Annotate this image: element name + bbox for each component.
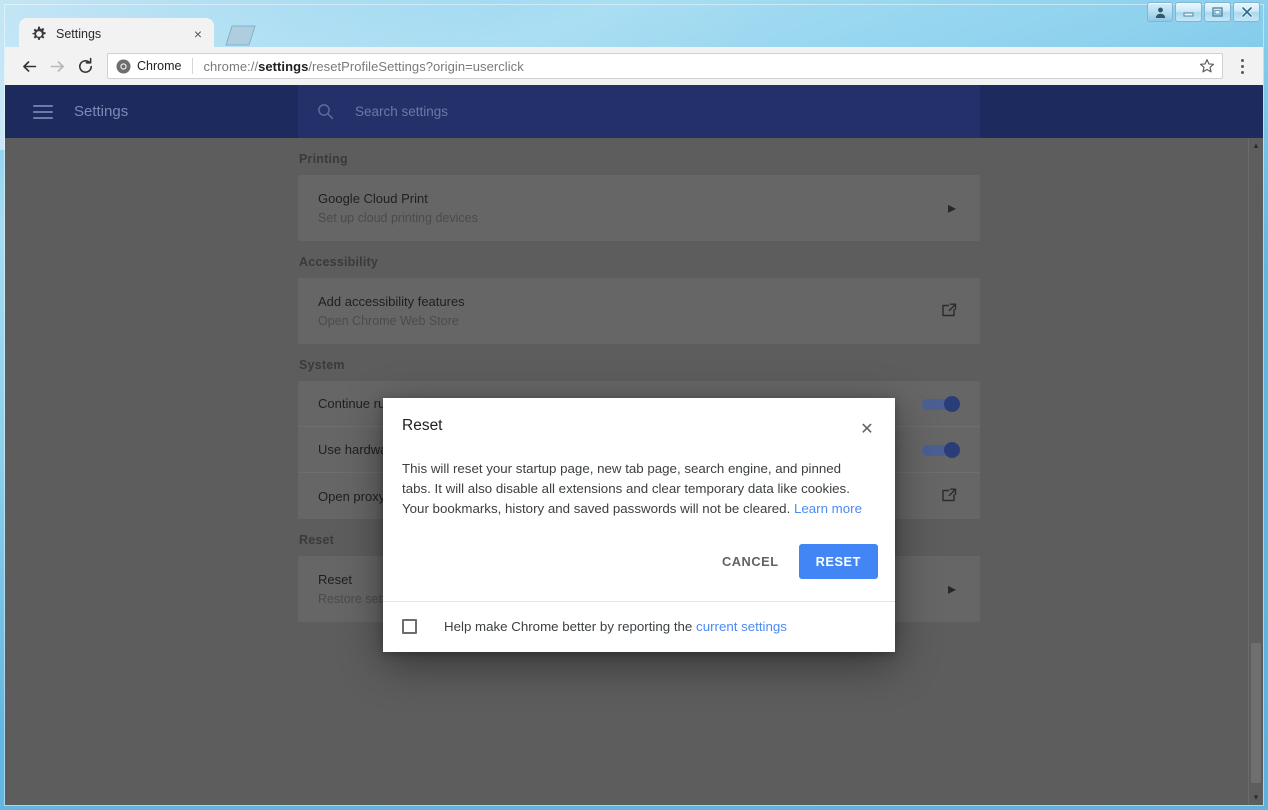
address-bar[interactable]: Chrome chrome://settings/resetProfileSet… — [107, 53, 1223, 79]
forward-button[interactable] — [43, 52, 71, 80]
url-path: /resetProfileSettings?origin=userclick — [308, 58, 524, 74]
external-link-icon — [940, 301, 960, 321]
dialog-description: This will reset your startup page, new t… — [402, 459, 873, 519]
tab-strip: Settings × — [5, 5, 1263, 47]
report-settings-label: Help make Chrome better by reporting the… — [444, 619, 787, 634]
origin-chip: Chrome — [116, 59, 181, 74]
dialog-body: This will reset your startup page, new t… — [383, 441, 895, 519]
menu-dot — [1240, 64, 1244, 68]
tab-title: Settings — [56, 26, 102, 41]
url-text: chrome://settings/resetProfileSettings?o… — [203, 59, 1198, 74]
hamburger-line — [33, 110, 53, 113]
back-button[interactable] — [15, 52, 43, 80]
section-label-accessibility: Accessibility — [299, 255, 379, 269]
close-icon[interactable]: × — [190, 26, 206, 42]
url-prefix: chrome:// — [203, 58, 259, 74]
search-icon — [317, 103, 334, 120]
toggle-knob — [944, 395, 960, 412]
current-settings-link[interactable]: current settings — [696, 619, 787, 634]
content-scrollbar[interactable]: ▴ ▾ — [1248, 138, 1263, 805]
dialog-footer: Help make Chrome better by reporting the… — [383, 601, 895, 652]
settings-row-cloud-print[interactable]: Google Cloud Print Set up cloud printing… — [298, 175, 980, 241]
settings-row-accessibility-features[interactable]: Add accessibility features Open Chrome W… — [298, 278, 980, 344]
chevron-right-icon: ▸ — [947, 581, 957, 598]
browser-menu-button[interactable] — [1229, 52, 1255, 80]
cancel-button[interactable]: CANCEL — [712, 545, 789, 578]
learn-more-link[interactable]: Learn more — [794, 501, 862, 516]
menu-dot — [1240, 70, 1244, 74]
dialog-description-text: This will reset your startup page, new t… — [402, 461, 850, 516]
close-button[interactable] — [1233, 2, 1260, 22]
minimize-button[interactable] — [1175, 2, 1202, 22]
row-text: Add accessibility features Open Chrome W… — [318, 294, 940, 328]
gear-icon — [31, 26, 47, 42]
row-title: Add accessibility features — [318, 294, 465, 309]
reload-button[interactable] — [71, 52, 99, 80]
omnibox-separator — [192, 58, 194, 74]
footer-text: Help make Chrome better by reporting the — [444, 619, 693, 634]
reset-dialog: Reset ✕ This will reset your startup pag… — [383, 398, 895, 652]
browser-toolbar: Chrome chrome://settings/resetProfileSet… — [5, 47, 1263, 85]
search-placeholder: Search settings — [355, 104, 449, 119]
titlebar-controls — [1147, 2, 1260, 22]
external-link-icon — [940, 486, 960, 506]
chevron-right-icon: ▸ — [947, 200, 957, 217]
dialog-title: Reset — [402, 417, 443, 434]
reset-button[interactable]: RESET — [798, 544, 878, 579]
scroll-up-arrow[interactable]: ▴ — [1249, 138, 1263, 153]
hamburger-icon[interactable] — [33, 104, 53, 119]
chrome-logo-icon — [116, 59, 131, 74]
scrollbar-thumb[interactable] — [1251, 643, 1261, 783]
row-title: Google Cloud Print — [318, 191, 428, 206]
url-host: settings — [258, 58, 309, 74]
section-card-accessibility: Add accessibility features Open Chrome W… — [298, 278, 980, 344]
user-account-button[interactable] — [1147, 2, 1173, 22]
origin-chip-label: Chrome — [137, 59, 182, 73]
dialog-header: Reset ✕ — [383, 398, 895, 441]
menu-dot — [1240, 58, 1244, 62]
settings-header: Settings Search settings — [5, 85, 1263, 138]
page-title: Settings — [74, 103, 129, 120]
tab-settings[interactable]: Settings × — [19, 18, 214, 47]
row-subtitle: Set up cloud printing devices — [318, 211, 478, 225]
browser-window: Settings × Chrome chrome://settings/rese… — [0, 0, 1268, 810]
row-subtitle: Open Chrome Web Store — [318, 314, 459, 328]
hamburger-line — [33, 116, 53, 119]
hamburger-line — [33, 104, 53, 107]
section-label-printing: Printing — [299, 152, 348, 166]
report-settings-checkbox[interactable] — [402, 619, 417, 634]
row-text: Google Cloud Print Set up cloud printing… — [318, 191, 944, 225]
dialog-actions: CANCEL RESET — [383, 519, 895, 601]
star-icon[interactable] — [1198, 57, 1216, 75]
toggle-background-apps[interactable] — [922, 395, 960, 412]
close-icon[interactable]: ✕ — [855, 417, 879, 441]
toggle-hardware-acceleration[interactable] — [922, 441, 960, 458]
new-tab-button[interactable] — [221, 22, 261, 46]
toggle-knob — [944, 441, 960, 458]
page-viewport: Settings Search settings Printing Google… — [5, 85, 1263, 805]
search-settings-field[interactable]: Search settings — [298, 85, 980, 138]
maximize-button[interactable] — [1204, 2, 1231, 22]
section-card-printing: Google Cloud Print Set up cloud printing… — [298, 175, 980, 241]
section-label-system: System — [299, 358, 345, 372]
scroll-down-arrow[interactable]: ▾ — [1249, 790, 1263, 805]
